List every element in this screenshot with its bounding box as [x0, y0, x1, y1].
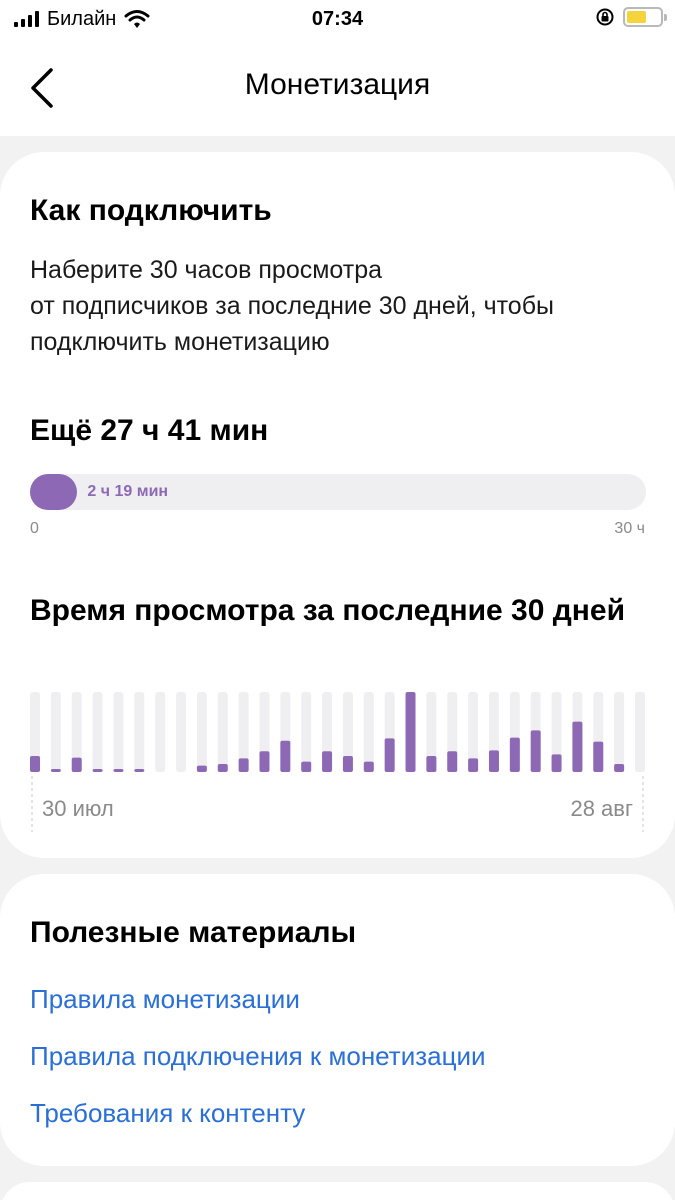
battery-icon	[623, 7, 667, 27]
connect-card: Как подключить Наберите 30 часов просмот…	[0, 152, 675, 858]
chart-bar	[447, 751, 458, 772]
chart-bar	[342, 756, 353, 772]
chart-bar	[322, 751, 333, 772]
connect-title: Как подключить	[30, 194, 272, 227]
progress-bar: 2 ч 19 мин	[30, 474, 646, 510]
chart-bar	[196, 765, 207, 772]
remaining-time: Ещё 27 ч 41 мин	[30, 414, 269, 447]
chart-bar	[384, 738, 395, 772]
chart-bar-track	[635, 692, 645, 772]
materials-title: Полезные материалы	[30, 916, 357, 949]
chart-bar	[134, 769, 145, 772]
chart-bar-track	[92, 692, 103, 772]
nav-bar: Монетизация	[0, 40, 675, 136]
chart-bar	[405, 692, 416, 772]
chart-bar	[468, 758, 479, 772]
chart-bar-track	[50, 692, 61, 772]
chart-bar-track	[614, 692, 625, 772]
progress-value: 2 ч 19 мин	[87, 483, 169, 500]
page-title: Монетизация	[244, 68, 431, 101]
chart-bar-track	[363, 692, 374, 772]
chart-bar-track	[176, 692, 187, 772]
status-right	[595, 7, 667, 27]
chart-bar	[71, 757, 82, 772]
chart-bar	[614, 764, 625, 772]
chart-bar	[238, 758, 249, 772]
status-bar: Билайн 07:34	[0, 0, 675, 40]
chart-bar	[530, 730, 541, 772]
chart-bar	[50, 769, 61, 772]
connect-description: Наберите 30 часов просмотра от подписчик…	[30, 256, 554, 356]
progress-min-label: 0	[30, 520, 39, 537]
progress-max-label: 30 ч	[614, 520, 645, 537]
clock: 07:34	[311, 8, 364, 30]
link-monetization-rules[interactable]: Правила монетизации	[30, 984, 300, 1015]
chart-bar-track	[196, 692, 207, 772]
chart-bar	[488, 750, 499, 772]
battery-level	[627, 11, 646, 23]
chart-bar	[92, 769, 103, 772]
chart-bar-track	[301, 692, 312, 772]
chart-bar	[259, 751, 270, 772]
chart-bar	[280, 740, 291, 772]
chart-bar-track	[134, 692, 145, 772]
link-connection-rules[interactable]: Правила подключения к монетизации	[30, 1041, 486, 1072]
progress-fill	[30, 474, 78, 510]
chart-bar	[363, 761, 374, 772]
chart-bar-track	[113, 692, 124, 772]
chart-bar-track	[217, 692, 228, 772]
chart-x-start-label: 30 июл	[42, 796, 114, 821]
chart-bar	[113, 769, 124, 772]
chart-bar	[551, 754, 562, 772]
chart-bar-track	[155, 692, 166, 772]
chart-bar	[572, 721, 583, 772]
link-content-requirements[interactable]: Требования к контенту	[30, 1098, 305, 1129]
chart-bar	[426, 756, 437, 772]
materials-card: Полезные материалы Правила монетизации П…	[0, 874, 675, 1166]
next-card	[0, 1182, 675, 1200]
chart-bar	[593, 741, 604, 772]
watch-time-title: Время просмотра за последние 30 дней	[30, 594, 626, 627]
chart-bar	[217, 764, 228, 772]
chart-bar	[30, 756, 40, 772]
chart-bar	[301, 761, 312, 772]
chart-x-end-label: 28 авг	[570, 796, 633, 821]
orientation-lock-icon	[596, 8, 614, 26]
chart-bar	[509, 737, 520, 772]
